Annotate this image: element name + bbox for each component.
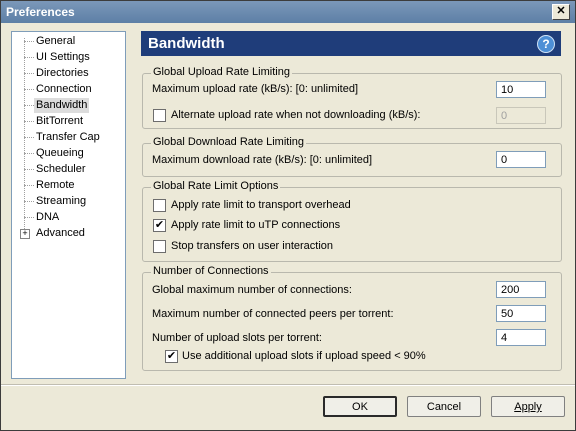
upload-slots-input[interactable]: 4 [496,329,546,346]
tree-connector [24,73,34,74]
tree-connector [24,137,34,138]
alternate-upload-checkbox[interactable] [153,109,166,122]
max-download-input[interactable]: 0 [496,151,546,168]
cancel-button[interactable]: Cancel [407,396,481,417]
alternate-upload-label: Alternate upload rate when not downloadi… [171,109,421,121]
tree-connector [24,41,34,42]
close-icon: ✕ [556,5,566,17]
tree-item-queueing[interactable]: Queueing [36,146,84,161]
stop-transfers-label: Stop transfers on user interaction [171,240,334,252]
tree-connector [24,201,34,202]
group-title: Global Download Rate Limiting [151,136,307,148]
tree-item-dna[interactable]: DNA [36,210,59,225]
alternate-upload-input[interactable]: 0 [496,107,546,124]
upload-slots-label: Number of upload slots per torrent: [152,332,322,344]
category-tree[interactable]: General UI Settings Directories Connecti… [11,31,126,379]
additional-slots-checkbox[interactable]: ✔ [165,350,178,363]
page-title: Bandwidth [148,35,225,52]
transport-overhead-label: Apply rate limit to transport overhead [171,199,351,211]
max-upload-label: Maximum upload rate (kB/s): [0: unlimite… [152,83,359,95]
preferences-window: Preferences ✕ General UI Settings Direct… [0,0,576,431]
tree-item-bandwidth[interactable]: Bandwidth [34,98,90,113]
additional-slots-label: Use additional upload slots if upload sp… [182,350,426,362]
tree-item-transfer-cap[interactable]: Transfer Cap [36,130,100,145]
tree-item-connection[interactable]: Connection [36,82,92,97]
apply-button[interactable]: Apply [491,396,565,417]
tree-connector [24,89,34,90]
tree-item-streaming[interactable]: Streaming [36,194,86,209]
title-bar[interactable]: Preferences ✕ [1,1,575,23]
group-title: Global Upload Rate Limiting [151,66,292,78]
help-icon[interactable]: ? [537,35,555,53]
tree-item-bittorrent[interactable]: BitTorrent [36,114,83,129]
global-connections-input[interactable]: 200 [496,281,546,298]
group-title: Number of Connections [151,265,271,277]
tree-item-ui-settings[interactable]: UI Settings [36,50,90,65]
tree-connector [24,153,34,154]
checkmark-icon: ✔ [154,219,165,231]
ok-button[interactable]: OK [323,396,397,417]
peers-per-torrent-label: Maximum number of connected peers per to… [152,308,394,320]
max-upload-input[interactable]: 10 [496,81,546,98]
page-header: Bandwidth ? [141,31,561,56]
tree-connector [24,57,34,58]
stop-transfers-checkbox[interactable] [153,240,166,253]
tree-item-scheduler[interactable]: Scheduler [36,162,86,177]
tree-item-remote[interactable]: Remote [36,178,75,193]
checkmark-icon: ✔ [166,350,177,362]
window-title: Preferences [6,5,75,19]
tree-connector [24,105,34,106]
tree-connector [24,185,34,186]
footer-separator [1,384,575,386]
expand-plus-icon[interactable]: + [20,229,30,239]
utp-connections-label: Apply rate limit to uTP connections [171,219,341,231]
tree-connector [24,38,25,233]
transport-overhead-checkbox[interactable] [153,199,166,212]
tree-item-directories[interactable]: Directories [36,66,89,81]
tree-item-advanced[interactable]: Advanced [36,226,85,241]
tree-connector [24,169,34,170]
max-download-label: Maximum download rate (kB/s): [0: unlimi… [152,154,373,166]
close-button[interactable]: ✕ [552,4,570,20]
global-connections-label: Global maximum number of connections: [152,284,352,296]
utp-connections-checkbox[interactable]: ✔ [153,219,166,232]
tree-connector [24,121,34,122]
peers-per-torrent-input[interactable]: 50 [496,305,546,322]
group-title: Global Rate Limit Options [151,180,281,192]
tree-connector [24,217,34,218]
tree-item-general[interactable]: General [36,34,75,49]
